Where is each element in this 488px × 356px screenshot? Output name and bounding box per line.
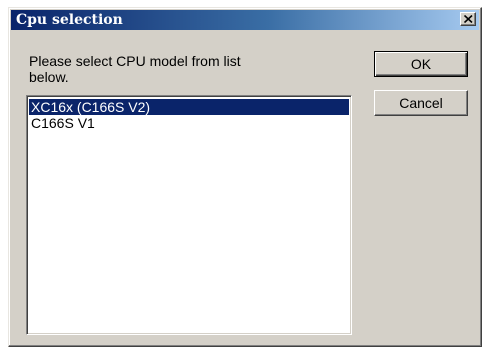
cpu-selection-dialog: Cpu selection Please select CPU model fr… bbox=[8, 7, 482, 347]
list-item-xc16x[interactable]: XC16x (C166S V2) bbox=[29, 99, 349, 115]
instruction-text: Please select CPU model from list below. bbox=[29, 53, 241, 85]
ok-button[interactable]: OK bbox=[374, 51, 468, 77]
title-bar[interactable]: Cpu selection bbox=[11, 10, 479, 30]
list-item-c166s-v1[interactable]: C166S V1 bbox=[29, 115, 349, 131]
close-button[interactable] bbox=[460, 12, 476, 26]
cancel-button[interactable]: Cancel bbox=[374, 90, 468, 116]
cpu-model-list[interactable]: XC16x (C166S V2) C166S V1 bbox=[26, 95, 352, 335]
window-title: Cpu selection bbox=[16, 12, 123, 28]
close-icon bbox=[464, 15, 473, 23]
